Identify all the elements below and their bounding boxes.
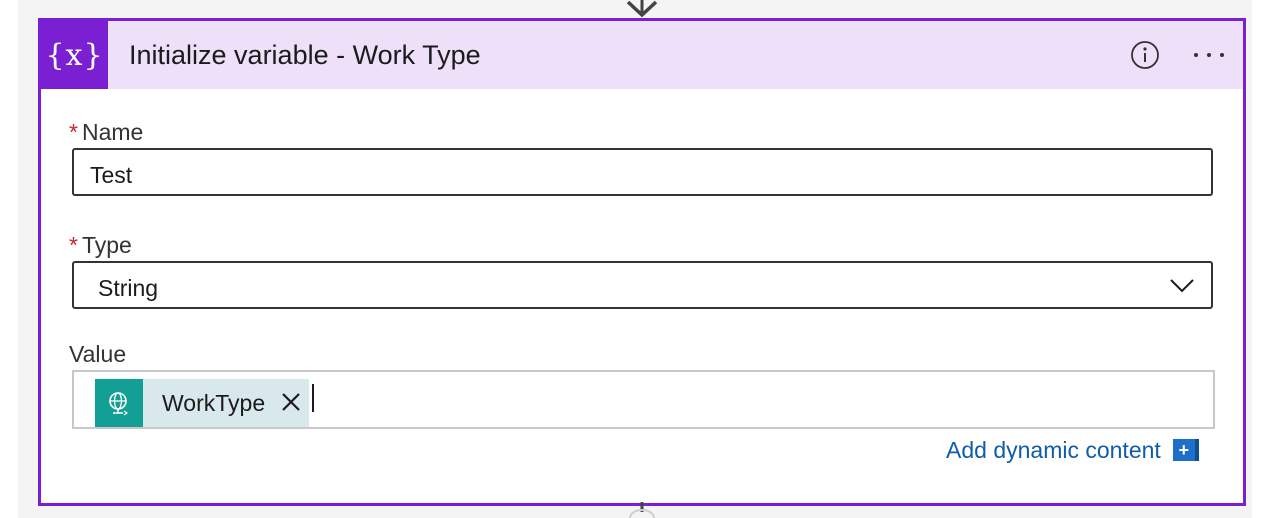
action-title[interactable]: Initialize variable - Work Type bbox=[129, 40, 481, 71]
value-input[interactable]: WorkType bbox=[72, 370, 1215, 429]
close-icon[interactable] bbox=[280, 391, 302, 413]
canvas-gutter-left bbox=[0, 0, 18, 518]
more-options-icon[interactable] bbox=[1189, 40, 1229, 70]
type-field-label: * Type bbox=[69, 232, 132, 259]
name-label-text: Name bbox=[81, 119, 144, 145]
action-header[interactable]: {x} Initialize variable - Work Type bbox=[41, 21, 1243, 89]
required-indicator: * bbox=[69, 119, 78, 145]
canvas-gutter-right bbox=[1252, 0, 1268, 518]
text-cursor bbox=[312, 384, 314, 412]
type-dropdown[interactable]: String bbox=[72, 261, 1213, 309]
name-input-value: Test bbox=[90, 162, 133, 188]
add-dynamic-content-label: Add dynamic content bbox=[946, 436, 1161, 463]
flow-connector-line bbox=[629, 502, 655, 518]
variable-icon-glyph: {x} bbox=[45, 37, 104, 73]
flow-connector-arrow-icon bbox=[626, 0, 658, 18]
globe-trigger-icon bbox=[95, 379, 143, 427]
add-dynamic-content-button[interactable]: Add dynamic content + bbox=[946, 435, 1199, 465]
name-input[interactable]: Test bbox=[72, 148, 1213, 196]
plus-icon: + bbox=[1172, 439, 1199, 461]
dynamic-content-token[interactable]: WorkType bbox=[95, 379, 309, 427]
value-field-label: Value bbox=[69, 341, 127, 367]
info-icon[interactable] bbox=[1130, 40, 1160, 70]
initialize-variable-action-card: {x} Initialize variable - Work Type * Nam… bbox=[38, 18, 1246, 506]
name-field-label: * Name bbox=[69, 119, 143, 146]
required-indicator: * bbox=[69, 232, 78, 258]
chevron-down-icon[interactable] bbox=[1169, 277, 1195, 295]
variable-icon: {x} bbox=[41, 21, 108, 89]
token-label: WorkType bbox=[162, 389, 266, 416]
type-label-text: Type bbox=[81, 232, 132, 258]
type-dropdown-value: String bbox=[98, 275, 159, 301]
